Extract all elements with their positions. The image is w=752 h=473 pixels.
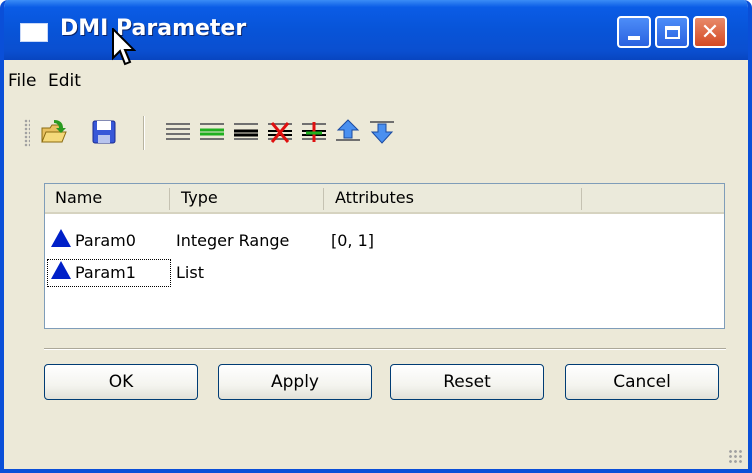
resize-grip[interactable] <box>728 449 744 465</box>
plus-row-icon[interactable] <box>300 118 328 146</box>
add-row-icon[interactable] <box>198 118 226 146</box>
close-button[interactable]: ✕ <box>693 16 727 48</box>
parameter-list[interactable]: Name Type Attributes Param0 Integer Rang… <box>44 183 725 329</box>
mouse-cursor-icon <box>112 28 136 66</box>
ok-button[interactable]: OK <box>44 364 198 400</box>
maximize-icon <box>664 25 680 39</box>
minimize-icon <box>628 36 640 40</box>
column-header-attributes[interactable]: Attributes <box>325 184 581 212</box>
insert-row-icon[interactable] <box>232 118 260 146</box>
table-row[interactable]: Param0 Integer Range [0, 1] <box>45 226 724 256</box>
apply-button[interactable]: Apply <box>218 364 372 400</box>
dialog-window: DMI Parameter ✕ File Edit Name Type Attr… <box>0 0 752 473</box>
window-title: DMI Parameter <box>60 16 247 41</box>
row-type-cell: Integer Range <box>176 231 290 250</box>
delete-row-icon[interactable] <box>266 118 294 146</box>
minimize-button[interactable] <box>617 16 651 48</box>
menu-file[interactable]: File <box>8 71 36 91</box>
parameter-icon <box>51 261 71 279</box>
window-icon <box>20 23 48 42</box>
toolbar-separator <box>143 116 145 150</box>
param-name: Param1 <box>75 263 136 282</box>
move-down-icon[interactable] <box>368 118 396 146</box>
reset-button[interactable]: Reset <box>390 364 544 400</box>
table-row[interactable]: Param1 List <box>45 258 724 288</box>
toolbar-grip[interactable] <box>24 119 30 147</box>
cancel-button[interactable]: Cancel <box>565 364 719 400</box>
open-icon[interactable] <box>40 118 68 146</box>
align-left-icon[interactable] <box>164 118 192 146</box>
list-header: Name Type Attributes <box>45 184 724 214</box>
column-header-type[interactable]: Type <box>171 184 323 212</box>
maximize-button[interactable] <box>655 16 689 48</box>
column-header-name[interactable]: Name <box>45 184 169 212</box>
toolbar <box>4 104 748 154</box>
row-name-cell: Param0 <box>51 226 136 256</box>
move-up-icon[interactable] <box>334 118 362 146</box>
menu-edit[interactable]: Edit <box>48 71 81 91</box>
param-name: Param0 <box>75 231 136 250</box>
save-icon[interactable] <box>90 118 118 146</box>
row-name-cell: Param1 <box>51 258 136 288</box>
parameter-icon <box>51 229 71 247</box>
row-attributes-cell: [0, 1] <box>331 231 375 250</box>
row-type-cell: List <box>176 263 204 282</box>
close-icon: ✕ <box>700 19 720 45</box>
